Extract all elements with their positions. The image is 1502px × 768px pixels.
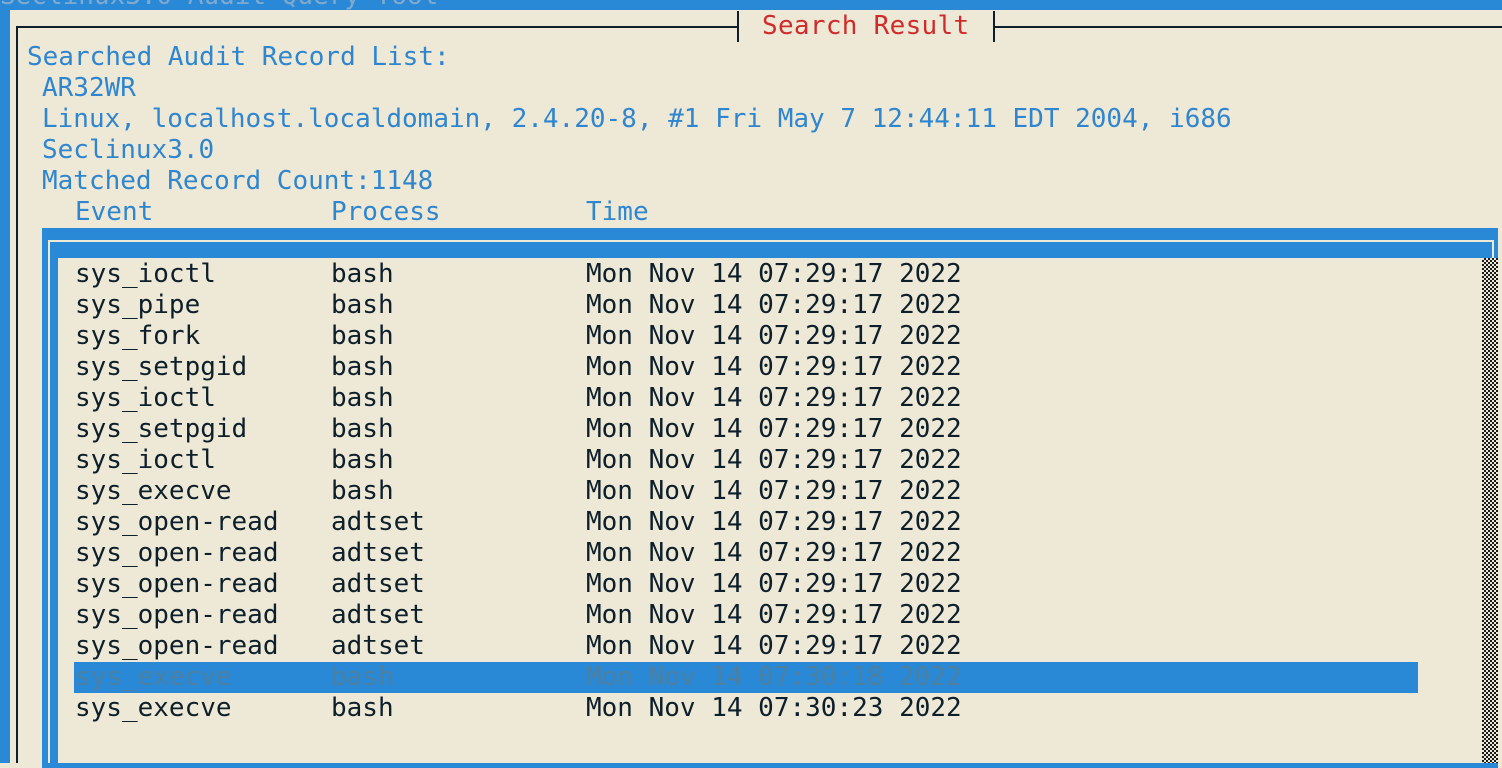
record-event: sys_ioctl (75, 445, 216, 475)
record-row[interactable]: sys_pipe bash Mon Nov 14 07:29:17 2022 (74, 290, 1418, 321)
record-row[interactable]: sys_open-read adtset Mon Nov 14 07:29:17 2… (74, 600, 1418, 631)
dialog-border-top-right (995, 26, 1502, 28)
record-process: adtset (331, 569, 425, 599)
record-event: sys_setpgid (75, 414, 248, 444)
record-event: sys_ioctl (75, 383, 216, 413)
record-row[interactable]: sys_ioctl bash Mon Nov 14 07:29:17 2022 (74, 383, 1418, 414)
record-process: adtset (331, 600, 425, 630)
record-row[interactable]: sys_execve bash Mon Nov 14 07:30:23 2022 (74, 693, 1418, 724)
record-row[interactable]: sys_execve bash Mon Nov 14 07:29:17 2022 (74, 476, 1418, 507)
record-event: sys_execve (75, 662, 232, 692)
record-row[interactable]: sys_open-read adtset Mon Nov 14 07:29:17 2… (74, 569, 1418, 600)
record-event: sys_ioctl (75, 259, 216, 289)
record-time: Mon Nov 14 07:29:17 2022 (586, 445, 962, 475)
screen-frame-left (0, 0, 10, 763)
record-row[interactable]: sys_setpgid bash Mon Nov 14 07:29:17 2022 (74, 352, 1418, 383)
record-time: Mon Nov 14 07:30:18 2022 (586, 662, 962, 692)
column-header-time[interactable]: Time (586, 197, 649, 228)
record-time: Mon Nov 14 07:29:17 2022 (586, 569, 962, 599)
record-process: bash (331, 476, 394, 506)
record-time: Mon Nov 14 07:29:17 2022 (586, 507, 962, 537)
system-info: Linux, localhost.localdomain, 2.4.20-8, … (42, 104, 1232, 134)
record-event: sys_open-read (75, 507, 279, 537)
record-process: bash (331, 352, 394, 382)
record-event: sys_fork (75, 321, 201, 351)
matched-count: Matched Record Count:1148 (42, 166, 434, 196)
host-id: AR32WR (42, 73, 136, 103)
record-time: Mon Nov 14 07:29:17 2022 (586, 352, 962, 382)
record-row[interactable]: sys_fork bash Mon Nov 14 07:29:17 2022 (74, 321, 1418, 352)
list-inner-border-top (48, 240, 1494, 242)
record-process: adtset (331, 538, 425, 568)
list-inner-border-left (48, 240, 50, 763)
record-time: Mon Nov 14 07:29:17 2022 (586, 259, 962, 289)
record-process: bash (331, 693, 394, 723)
record-time: Mon Nov 14 07:29:17 2022 (586, 631, 962, 661)
record-event: sys_execve (75, 693, 232, 723)
dialog-border-top-left (16, 26, 739, 28)
record-row[interactable]: sys_ioctl bash Mon Nov 14 07:29:17 2022 (74, 259, 1418, 290)
record-process: bash (331, 259, 394, 289)
record-time: Mon Nov 14 07:29:17 2022 (586, 321, 962, 351)
record-time: Mon Nov 14 07:29:17 2022 (586, 476, 962, 506)
record-time: Mon Nov 14 07:29:17 2022 (586, 414, 962, 444)
list-scrollbar[interactable] (1482, 258, 1498, 763)
record-process: bash (331, 414, 394, 444)
column-header-event[interactable]: Event (75, 197, 153, 228)
title-bracket-left (737, 11, 739, 42)
record-time: Mon Nov 14 07:29:17 2022 (586, 538, 962, 568)
record-process: bash (331, 290, 394, 320)
record-row[interactable]: sys_setpgid bash Mon Nov 14 07:29:17 2022 (74, 414, 1418, 445)
record-event: sys_open-read (75, 600, 279, 630)
record-time: Mon Nov 14 07:29:17 2022 (586, 383, 962, 413)
record-process: bash (331, 321, 394, 351)
record-event: sys_pipe (75, 290, 201, 320)
record-row-selected[interactable]: sys_execve bash Mon Nov 14 07:30:18 2022 (74, 662, 1418, 693)
record-row[interactable]: sys_ioctl bash Mon Nov 14 07:29:17 2022 (74, 445, 1418, 476)
record-event: sys_open-read (75, 538, 279, 568)
record-event: sys_execve (75, 476, 232, 506)
record-event: sys_open-read (75, 569, 279, 599)
record-process: bash (331, 383, 394, 413)
dialog-title: Search Result (762, 11, 970, 41)
list-heading: Searched Audit Record List: (27, 42, 450, 72)
record-process: adtset (331, 631, 425, 661)
record-event: sys_open-read (75, 631, 279, 661)
record-row[interactable]: sys_open-read adtset Mon Nov 14 07:29:17 2… (74, 507, 1418, 538)
record-time: Mon Nov 14 07:30:23 2022 (586, 693, 962, 723)
record-time: Mon Nov 14 07:29:17 2022 (586, 290, 962, 320)
column-header-process[interactable]: Process (331, 197, 441, 228)
record-process: adtset (331, 507, 425, 537)
record-event: sys_setpgid (75, 352, 248, 382)
record-row[interactable]: sys_open-read adtset Mon Nov 14 07:29:17 2… (74, 631, 1418, 662)
record-time: Mon Nov 14 07:29:17 2022 (586, 600, 962, 630)
record-row[interactable]: sys_open-read adtset Mon Nov 14 07:29:17 2… (74, 538, 1418, 569)
os-version: Seclinux3.0 (42, 135, 215, 165)
record-process: bash (331, 445, 394, 475)
dialog-border-left (16, 26, 18, 763)
title-bracket-right (993, 11, 995, 42)
app-title: Seclinux3.0 Audit Query Tool (0, 0, 438, 10)
record-process: bash (331, 662, 394, 692)
